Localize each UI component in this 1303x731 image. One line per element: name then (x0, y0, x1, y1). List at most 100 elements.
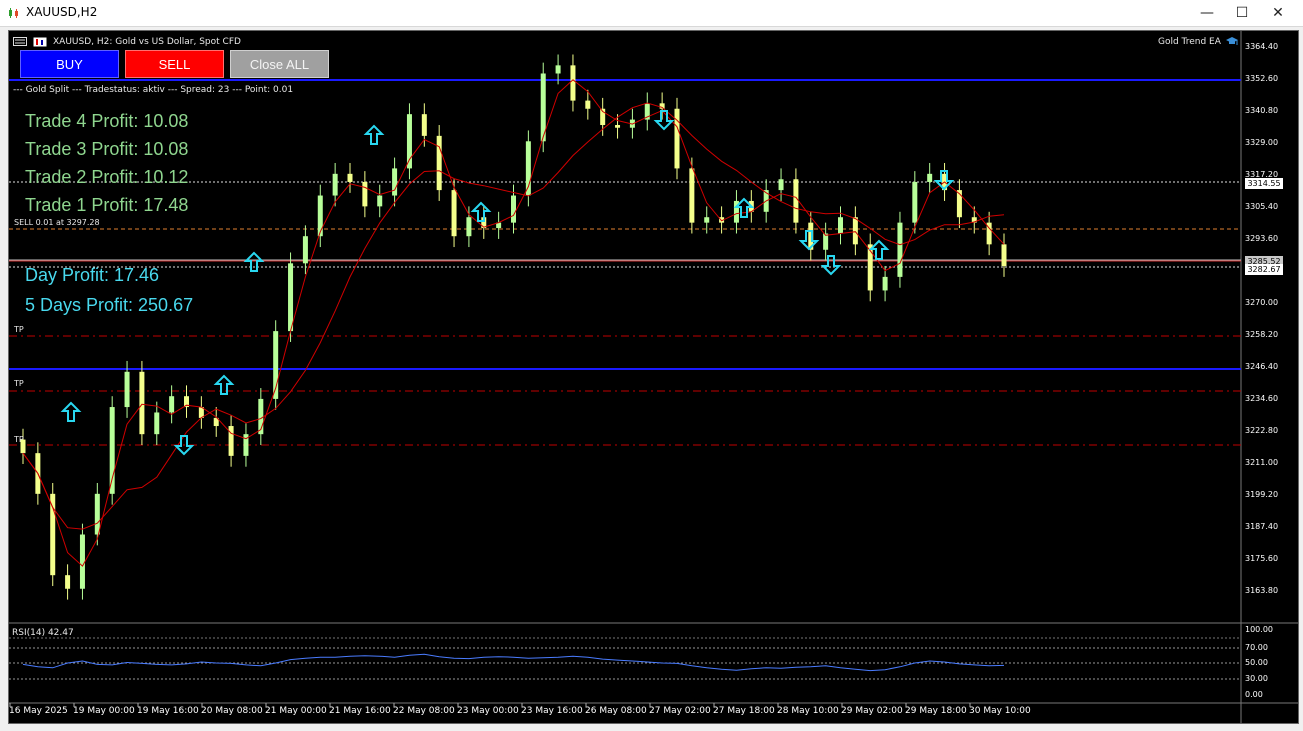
chart-header: XAUUSD, H2: Gold vs US Dollar, Spot CFD (53, 37, 241, 47)
price-tick: 3293.60 (1245, 234, 1279, 243)
trade-2-profit: Trade 2 Profit: 10.12 (25, 167, 189, 187)
ea-name: Gold Trend EA (1158, 37, 1221, 47)
price-tick: 3222.80 (1245, 426, 1279, 435)
buy-signal-arrow-icon (60, 401, 82, 422)
time-tick: 29 May 02:00 (841, 706, 903, 716)
candle-body (228, 426, 234, 456)
candle-body (897, 222, 903, 277)
time-tick: 19 May 00:00 (73, 706, 135, 716)
time-tick: 19 May 16:00 (137, 706, 199, 716)
rsi-tick: 0.00 (1245, 690, 1263, 699)
price-tick: 3329.00 (1245, 138, 1279, 147)
time-tick: 22 May 08:00 (393, 706, 455, 716)
time-tick: 20 May 08:00 (201, 706, 263, 716)
rsi-label: RSI(14) 42.47 (12, 628, 74, 638)
candle-body (1001, 244, 1007, 267)
candle-body (124, 371, 130, 408)
rsi-tick: 30.00 (1245, 674, 1268, 683)
time-tick: 21 May 00:00 (265, 706, 327, 716)
buy-signal-arrow-icon (243, 251, 265, 272)
price-tick: 3234.60 (1245, 394, 1279, 403)
rsi-tick: 70.00 (1245, 643, 1268, 652)
trade-3-profit: Trade 3 Profit: 10.08 (25, 139, 189, 159)
candle-body (362, 181, 368, 207)
price-chart[interactable] (9, 31, 1298, 723)
price-tick: 3187.40 (1245, 522, 1279, 531)
buy-signal-arrow-icon (470, 201, 492, 222)
price-tick: 3246.40 (1245, 362, 1279, 371)
time-tick: 16 May 2025 (9, 706, 68, 716)
candle-body (317, 195, 323, 237)
time-tick: 28 May 10:00 (777, 706, 839, 716)
maximize-button[interactable]: ☐ (1222, 0, 1262, 26)
candle-body (912, 181, 918, 223)
candle-body (511, 195, 516, 223)
candle-body (927, 173, 933, 182)
candle-body (94, 493, 100, 535)
candle-body (302, 236, 308, 264)
candle-body (704, 217, 710, 223)
minimize-button[interactable]: — (1187, 0, 1227, 26)
price-tick: 3211.00 (1245, 458, 1279, 467)
price-tick: 3305.40 (1245, 202, 1279, 211)
candles-app-icon (9, 8, 18, 18)
day-profit: Day Profit: 17.46 (25, 265, 160, 285)
price-tick: 3163.80 (1245, 586, 1279, 595)
price-tick: 3258.20 (1245, 330, 1279, 339)
time-tick: 27 May 02:00 (649, 706, 711, 716)
candle-body (838, 217, 843, 234)
candle-body (852, 217, 858, 245)
current-price-tag: 3282.67 (1245, 264, 1283, 275)
chart-window[interactable]: XAUUSD, H2: Gold vs US Dollar, Spot CFD … (8, 30, 1299, 724)
candle-body (466, 217, 472, 237)
time-tick: 27 May 18:00 (713, 706, 775, 716)
candle-body (169, 396, 175, 413)
candle-body (778, 179, 784, 191)
buy-signal-arrow-icon (363, 124, 385, 145)
window-title: XAUUSD,H2 (26, 5, 98, 19)
candle-body (451, 190, 457, 237)
candle-body (793, 179, 799, 223)
price-tick: 3352.60 (1245, 74, 1279, 83)
graduation-cap-icon (1226, 37, 1238, 45)
candle-body (288, 263, 294, 332)
candle-body (823, 233, 829, 250)
candle-body (139, 371, 145, 435)
candle-body (347, 173, 353, 182)
candle-body (585, 100, 591, 109)
chart-menu-icon[interactable] (13, 37, 27, 46)
candle-body (79, 534, 85, 589)
trade-1-profit: Trade 1 Profit: 17.48 (25, 195, 189, 215)
candle-body (882, 276, 888, 291)
candle-body (436, 135, 442, 191)
candle-body (377, 195, 383, 207)
candle-body (570, 65, 576, 101)
status-line: --- Gold Split --- Tradestatus: aktiv --… (13, 85, 294, 95)
time-tick: 23 May 00:00 (457, 706, 519, 716)
window-titlebar: XAUUSD,H2 — ☐ ✕ (0, 0, 1303, 27)
price-tick: 3175.60 (1245, 554, 1279, 563)
time-tick: 30 May 10:00 (969, 706, 1031, 716)
tp-label: TP (14, 325, 24, 334)
chart-type-icon[interactable] (33, 37, 47, 47)
tp-label: TP (14, 435, 24, 444)
five-days-profit: 5 Days Profit: 250.67 (25, 295, 194, 315)
time-tick: 23 May 16:00 (521, 706, 583, 716)
candle-body (109, 407, 115, 494)
candle-body (615, 125, 621, 128)
buy-button[interactable]: BUY (20, 50, 119, 78)
time-tick: 29 May 18:00 (905, 706, 967, 716)
close-window-button[interactable]: ✕ (1258, 0, 1298, 26)
candle-body (392, 168, 398, 196)
tp-label: TP (14, 379, 24, 388)
price-tick: 3199.20 (1245, 490, 1279, 499)
rsi-tick: 50.00 (1245, 658, 1268, 667)
candle-body (50, 493, 56, 576)
sell-button[interactable]: SELL (125, 50, 224, 78)
candle-body (65, 575, 71, 589)
price-tick: 3340.80 (1245, 106, 1279, 115)
close-all-button[interactable]: Close ALL (230, 50, 329, 78)
position-label: SELL 0.01 at 3297.28 (14, 218, 100, 227)
candle-body (674, 108, 680, 169)
rsi-line (22, 653, 1005, 672)
